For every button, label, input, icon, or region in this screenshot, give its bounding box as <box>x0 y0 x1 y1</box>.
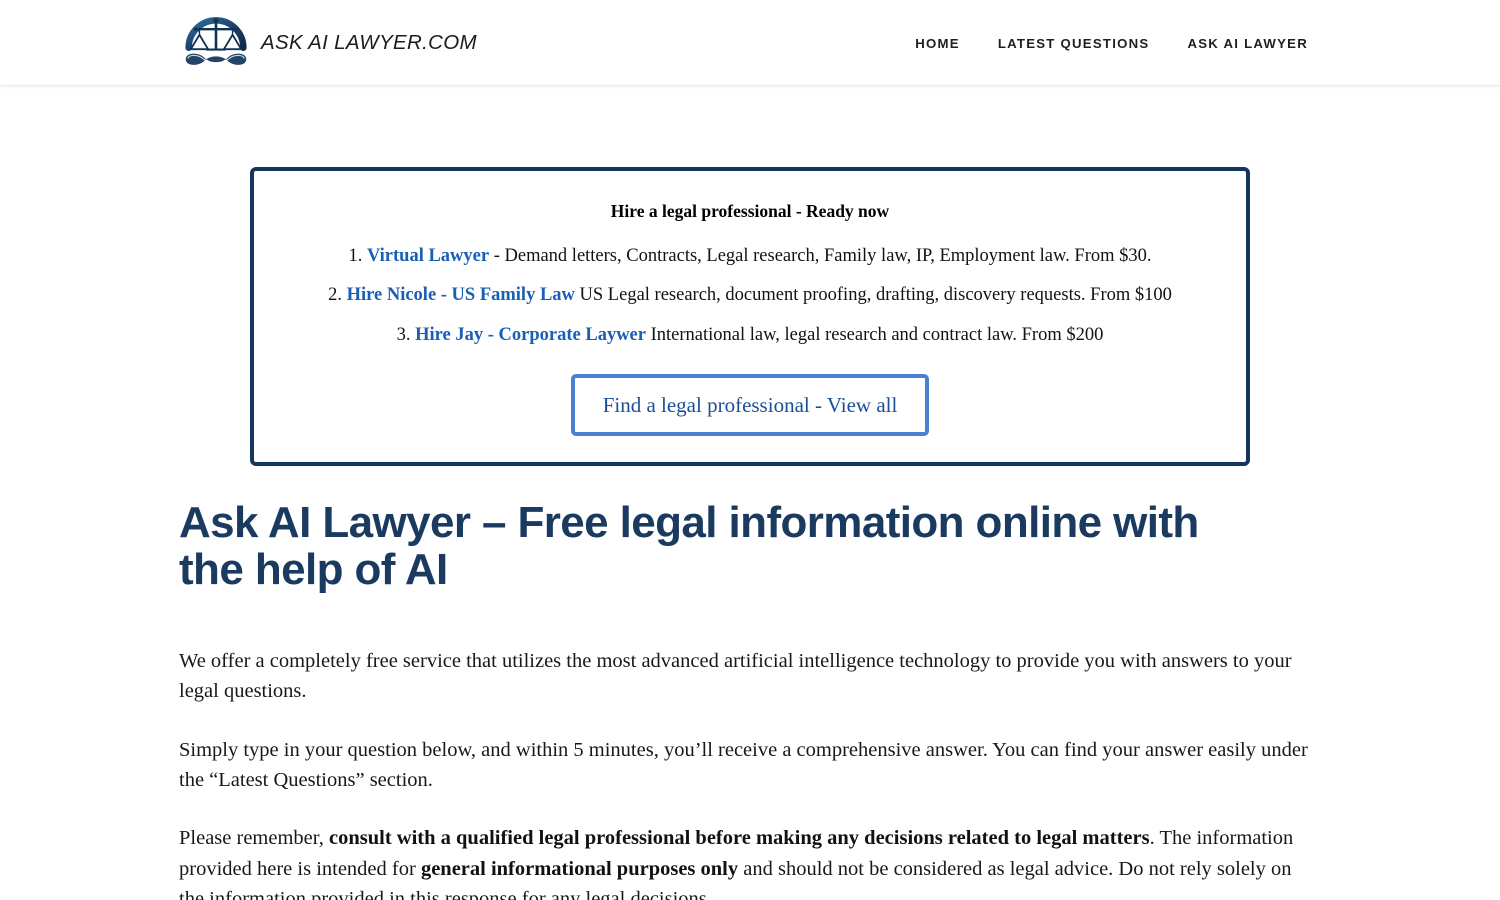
list-item: Hire Nicole - US Family Law US Legal res… <box>276 281 1224 310</box>
page-main: Hire a legal professional - Ready now Vi… <box>0 167 1500 900</box>
paragraph-text: Simply type in your question below, and … <box>179 738 1308 791</box>
article-paragraph-1: We offer a completely free service that … <box>179 646 1321 707</box>
hire-professional-promo-box: Hire a legal professional - Ready now Vi… <box>250 167 1250 466</box>
nav-item-ask-ai-lawyer[interactable]: ASK AI LAWYER <box>1185 30 1310 57</box>
list-item: Virtual Lawyer - Demand letters, Contrac… <box>276 242 1224 271</box>
content-container: Hire a legal professional - Ready now Vi… <box>179 167 1321 900</box>
brand-name: ASK AI LAWYER.COM <box>261 31 477 54</box>
promo-title: Hire a legal professional - Ready now <box>610 201 890 221</box>
promo-link-hire-nicole[interactable]: Hire Nicole - US Family Law <box>347 285 575 305</box>
emphasized-text: general informational purposes only <box>420 857 739 880</box>
paragraph-text: We offer a completely free service that … <box>179 649 1292 703</box>
promo-item-description: - Demand letters, Contracts, Legal resea… <box>489 245 1152 266</box>
article-paragraph-2: Simply type in your question below, and … <box>179 735 1321 796</box>
brand-logo-link[interactable]: ASK AI LAWYER.COM <box>180 6 477 78</box>
main-navigation: HOME LATEST QUESTIONS ASK AI LAWYER <box>913 0 1310 86</box>
paragraph-text: Please remember, <box>179 827 330 850</box>
find-legal-professional-button[interactable]: Find a legal professional - View all <box>570 373 930 436</box>
promo-list: Virtual Lawyer - Demand letters, Contrac… <box>276 242 1224 350</box>
promo-item-description: International law, legal research and co… <box>645 324 1104 345</box>
site-header: ASK AI LAWYER.COM HOME LATEST QUESTIONS … <box>0 0 1500 86</box>
promo-cta-row: Find a legal professional - View all <box>276 373 1224 436</box>
promo-link-hire-jay[interactable]: Hire Jay - Corporate Laywer <box>415 325 646 345</box>
nav-item-home[interactable]: HOME <box>913 30 962 57</box>
article-paragraph-3: Please remember, consult with a qualifie… <box>179 823 1321 900</box>
article: Ask AI Lawyer – Free legal information o… <box>179 499 1321 900</box>
nav-item-latest-questions[interactable]: LATEST QUESTIONS <box>996 30 1152 57</box>
promo-item-description: US Legal research, document proofing, dr… <box>574 285 1172 306</box>
scales-of-justice-icon <box>180 6 252 78</box>
list-item: Hire Jay - Corporate Laywer Internationa… <box>276 321 1224 350</box>
page-title: Ask AI Lawyer – Free legal information o… <box>179 497 1199 594</box>
promo-link-virtual-lawyer[interactable]: Virtual Lawyer <box>367 246 489 266</box>
emphasized-text: consult with a qualified legal professio… <box>329 827 1150 850</box>
